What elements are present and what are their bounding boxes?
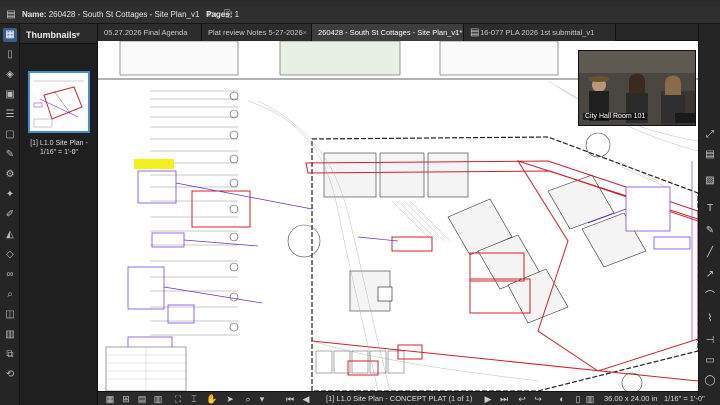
export-icon[interactable]: ⎘ [222,9,234,21]
document-name-value: 260428 - South St Cottages - Site Plan_v… [48,10,200,19]
page-thumbnail[interactable] [28,71,90,133]
pdf-file-icon: ▤ [470,27,480,38]
video-room-label: City Hall Room 101 [583,113,648,120]
status-bar: ▦ ⊞ ▤ ▥ ⛶ ⌶ ✋ ➤ ⌕ ▾ ⏮ ◀ [1] L1.0 Site Pl… [98,391,705,405]
markups-icon[interactable]: ☰ [3,108,17,122]
tab-pla-submittal[interactable]: ▤ 16-077 PLA 2026 1st submittal_v1 [464,24,616,41]
stamp-icon[interactable]: ◭ [3,228,17,242]
history-icon[interactable]: ⟲ [3,368,17,382]
single-page-icon[interactable]: ▯ [572,393,584,405]
line-icon[interactable]: ╱ [703,246,717,260]
image-icon[interactable]: ▨ [703,174,717,188]
thumbnails-header: Thumbnails ▾ [20,24,97,44]
rectangle-icon[interactable]: ▭ [703,354,717,368]
display-mode-icon[interactable]: ◐ [556,393,568,405]
file-access-icon[interactable]: ◫ [3,308,17,322]
continuous-page-icon[interactable]: ▥ [584,393,596,405]
forward-icon[interactable]: ↪ [532,393,544,405]
thumbnails-icon[interactable]: ▦ [3,28,17,42]
properties-icon[interactable]: ▣ [3,88,17,102]
arc-icon[interactable]: ⌒ [703,290,717,304]
polyline-icon[interactable]: ⌇ [703,312,717,326]
select-icon[interactable]: ⛶ [172,393,184,405]
video-call-overlay[interactable]: City Hall Room 101 [578,50,696,126]
close-icon[interactable]: × [455,24,459,41]
tab-final-agenda[interactable]: 05.27.2026 Final Agenda [98,24,202,41]
reuse-icon[interactable]: ▥ [152,393,164,405]
snap-icon[interactable]: ⊞ [120,393,132,405]
tab-label: 260428 - South St Cottages - Site Plan_v… [318,28,463,37]
expand-icon[interactable]: ⤢ [703,128,717,142]
thumbnail-caption: [1] L1.0 Site Plan - 1/16" = 1'-0" [30,140,88,156]
page-layout-icon[interactable]: ▭ [206,9,218,21]
text-select-icon[interactable]: ⌶ [188,393,200,405]
next-page-icon[interactable]: ▶ [482,393,494,405]
measurements-icon[interactable]: ▢ [3,128,17,142]
tab-site-plan[interactable]: 260428 - South St Cottages - Site Plan_v… [312,24,464,41]
content-icon[interactable]: ▤ [136,393,148,405]
ellipse-icon[interactable]: ◯ [703,374,717,388]
thumbnails-panel: Thumbnails ▾ [1] L1.0 Site Plan - 1/16" … [20,24,98,405]
pointer-icon[interactable]: ➤ [224,393,236,405]
dimension-icon[interactable]: ⊣ [703,334,717,348]
tab-label: 05.27.2026 Final Agenda [104,28,188,37]
chevron-down-icon[interactable]: ▾ [76,30,80,39]
page-dimensions: 36.00 x 24.00 in [604,394,658,403]
text-box-icon[interactable]: T [703,202,717,216]
arrow-icon[interactable]: ↗ [703,268,717,282]
document-toolbar: ▤ Name: 260428 - South St Cottages - Sit… [0,6,720,24]
search-icon[interactable]: ⌕ [3,288,17,302]
document-name-label: Name: [22,10,47,19]
document-icon[interactable]: ▤ [5,9,17,21]
bookmarks-icon[interactable]: ▯ [3,48,17,62]
links-icon[interactable]: ∞ [3,268,17,282]
pen-tool-icon[interactable]: ✎ [703,224,717,238]
pen-icon[interactable]: ✐ [3,208,17,222]
tag-icon[interactable]: ◇ [3,248,17,262]
document-tabs: 05.27.2026 Final Agenda Plat review Note… [98,24,698,41]
left-tool-rail: ▦ ▯ ◈ ▣ ☰ ▢ ✎ ⚙ ✦ ✐ ◭ ◇ ∞ ⌕ ◫ ▥ ⧉ ⟲ [0,24,20,405]
tab-plat-review-notes[interactable]: Plat review Notes 5-27-2026 × [202,24,312,41]
back-icon[interactable]: ↩ [516,393,528,405]
grid-icon[interactable]: ▦ [104,393,116,405]
pan-hand-icon[interactable]: ✋ [206,393,218,405]
sets-icon[interactable]: ▥ [3,328,17,342]
layers-icon[interactable]: ◈ [3,68,17,82]
page-scale[interactable]: 1/16" = 1'-0" [664,394,705,403]
zoom-menu-icon[interactable]: ▾ [256,393,268,405]
note-icon[interactable]: ▤ [703,148,717,162]
tab-label: 16-077 PLA 2026 1st submittal_v1 [480,28,595,37]
thumbnails-title: Thumbnails [26,30,77,40]
signatures-icon[interactable]: ✎ [3,148,17,162]
previous-page-icon[interactable]: ◀ [300,393,312,405]
first-page-icon[interactable]: ⏮ [284,393,296,405]
page-indicator[interactable]: [1] L1.0 Site Plan - CONCEPT PLAT (1 of … [326,394,472,403]
right-tool-rail: ⤢ ▤ ▨ T ✎ ╱ ↗ ⌒ ⌇ ⊣ ▭ ◯ [698,24,720,405]
pages-count: 1 [234,10,240,19]
thumbnail-preview [30,73,88,131]
zoom-icon[interactable]: ⌕ [242,393,254,405]
close-icon[interactable]: × [303,24,307,41]
compare-icon[interactable]: ⧉ [3,348,17,362]
tab-label: Plat review Notes 5-27-2026 [208,28,303,37]
toolchest-icon[interactable]: ✦ [3,188,17,202]
last-page-icon[interactable]: ⏭ [498,393,510,405]
settings-icon[interactable]: ⚙ [3,168,17,182]
